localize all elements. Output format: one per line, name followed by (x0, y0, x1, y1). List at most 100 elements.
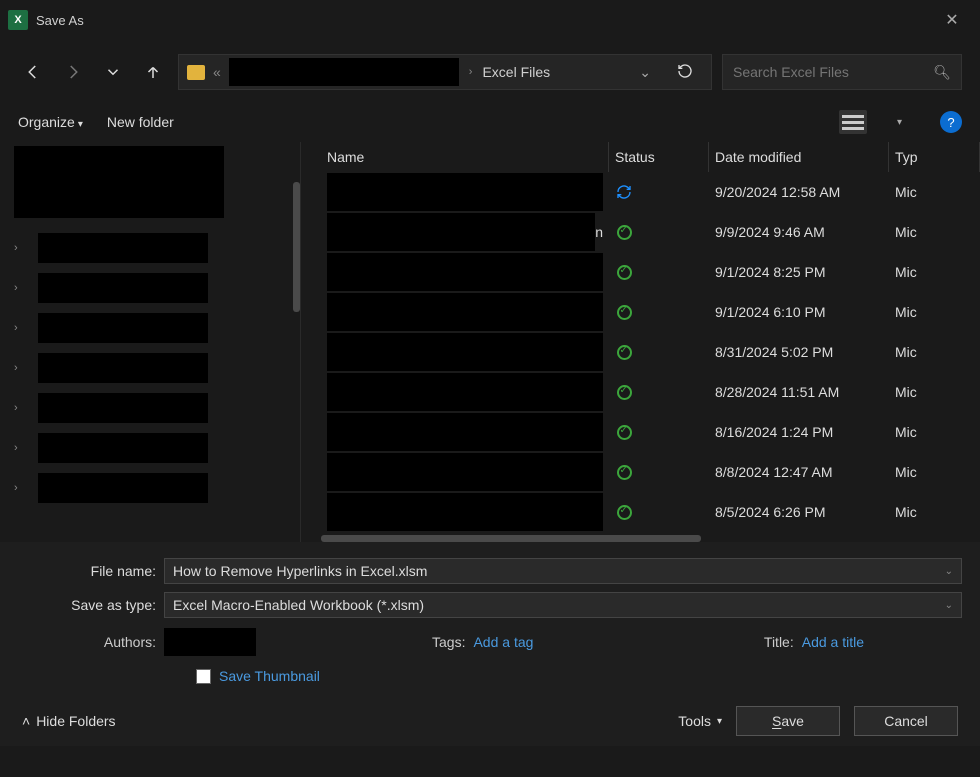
help-button[interactable]: ? (940, 111, 962, 133)
forward-button[interactable] (58, 57, 88, 87)
col-status-header[interactable]: Status (609, 142, 709, 172)
file-type: Mic (889, 184, 980, 200)
file-row[interactable]: 8/31/2024 5:02 PMMic (301, 332, 980, 372)
save-type-label: Save as type: (18, 597, 156, 613)
file-date: 8/16/2024 1:24 PM (709, 424, 889, 440)
back-button[interactable] (18, 57, 48, 87)
file-row[interactable]: 9/1/2024 6:10 PMMic (301, 292, 980, 332)
sidebar-item-redacted (38, 353, 208, 383)
sidebar-item-redacted (38, 233, 208, 263)
file-name-redacted (327, 333, 603, 371)
sidebar-item[interactable]: › (14, 268, 292, 308)
file-name-redacted (327, 253, 603, 291)
file-type: Mic (889, 224, 980, 240)
file-row[interactable]: 8/16/2024 1:24 PMMic (301, 412, 980, 452)
recent-dropdown[interactable] (98, 57, 128, 87)
save-type-dropdown-icon[interactable]: ⌄ (945, 600, 953, 611)
col-date-header[interactable]: Date modified (709, 142, 889, 172)
title-bar: X Save As ✕ (0, 0, 980, 40)
file-row[interactable]: 8/8/2024 12:47 AMMic (301, 452, 980, 492)
synced-ok-icon (615, 383, 633, 401)
title-label: Title: (764, 634, 794, 650)
tools-menu[interactable]: Tools▾ (678, 713, 722, 729)
file-row[interactable]: n9/9/2024 9:46 AMMic (301, 212, 980, 252)
file-type: Mic (889, 464, 980, 480)
new-folder-button[interactable]: New folder (107, 114, 174, 130)
file-name-redacted (327, 293, 603, 331)
file-name-label: File name: (18, 563, 156, 579)
chevron-right-icon: › (14, 242, 28, 254)
sidebar-item[interactable]: › (14, 468, 292, 508)
save-thumbnail-label[interactable]: Save Thumbnail (219, 668, 320, 684)
cancel-button[interactable]: Cancel (854, 706, 958, 736)
tags-label: Tags: (432, 634, 465, 650)
search-input[interactable] (733, 64, 933, 80)
chevron-right-icon: › (14, 482, 28, 494)
file-date: 8/31/2024 5:02 PM (709, 344, 889, 360)
authors-label: Authors: (88, 634, 156, 650)
file-row[interactable]: 8/5/2024 6:26 PMMic (301, 492, 980, 532)
toolbar: Organize▾ New folder ▾ ? (0, 102, 980, 142)
file-row[interactable]: 8/28/2024 11:51 AMMic (301, 372, 980, 412)
file-type: Mic (889, 504, 980, 520)
sidebar-item-redacted (38, 393, 208, 423)
file-date: 9/1/2024 6:10 PM (709, 304, 889, 320)
authors-value-redacted[interactable] (164, 628, 256, 656)
synced-ok-icon (615, 223, 633, 241)
chevron-right-icon: › (14, 402, 28, 414)
col-name-header[interactable]: Name (301, 142, 609, 172)
save-form: File name: How to Remove Hyperlinks in E… (0, 542, 980, 746)
sync-icon (615, 183, 633, 201)
address-dropdown[interactable]: ⌄ (631, 64, 659, 81)
save-type-value: Excel Macro-Enabled Workbook (*.xlsm) (173, 597, 424, 613)
file-date: 8/28/2024 11:51 AM (709, 384, 889, 400)
sidebar-item[interactable]: › (14, 388, 292, 428)
sidebar-item[interactable]: › (14, 348, 292, 388)
title-add[interactable]: Add a title (802, 634, 864, 650)
tags-add[interactable]: Add a tag (473, 634, 533, 650)
sidebar-item[interactable]: › (14, 428, 292, 468)
file-date: 9/20/2024 12:58 AM (709, 184, 889, 200)
file-row[interactable]: 9/1/2024 8:25 PMMic (301, 252, 980, 292)
sidebar-item[interactable]: › (14, 228, 292, 268)
close-button[interactable]: ✕ (932, 10, 972, 30)
address-bar[interactable]: « › Excel Files ⌄ (178, 54, 712, 90)
file-date: 8/5/2024 6:26 PM (709, 504, 889, 520)
chevron-right-icon: › (14, 322, 28, 334)
body-panes: › › › › › › › Name Status Date modified Typ 9/… (0, 142, 980, 542)
view-mode-button[interactable] (839, 110, 867, 134)
hide-folders-toggle[interactable]: ˄ Hide Folders (22, 713, 116, 729)
file-list-header: Name Status Date modified Typ (301, 142, 980, 172)
synced-ok-icon (615, 263, 633, 281)
refresh-button[interactable] (667, 63, 703, 82)
file-name-dropdown-icon[interactable]: ⌄ (945, 566, 953, 577)
file-type: Mic (889, 384, 980, 400)
view-mode-dropdown[interactable]: ▾ (897, 117, 902, 128)
file-list-hscrollbar[interactable] (321, 535, 701, 542)
synced-ok-icon (615, 303, 633, 321)
sidebar-item[interactable]: › (14, 308, 292, 348)
sidebar-scrollbar[interactable] (293, 182, 300, 312)
sidebar-item-redacted (38, 473, 208, 503)
file-list: Name Status Date modified Typ 9/20/2024 … (300, 142, 980, 542)
file-name-field[interactable]: How to Remove Hyperlinks in Excel.xlsm ⌄ (164, 558, 962, 584)
file-name-redacted (327, 493, 603, 531)
organize-menu[interactable]: Organize▾ (18, 114, 83, 130)
file-type: Mic (889, 424, 980, 440)
up-button[interactable] (138, 57, 168, 87)
chevron-right-icon: › (14, 282, 28, 294)
file-name-redacted (327, 373, 603, 411)
save-button[interactable]: Save (736, 706, 840, 736)
search-icon[interactable]: 🔍︎ (933, 64, 951, 81)
save-type-field[interactable]: Excel Macro-Enabled Workbook (*.xlsm) ⌄ (164, 592, 962, 618)
col-type-header[interactable]: Typ (889, 142, 980, 172)
synced-ok-icon (615, 423, 633, 441)
search-box[interactable]: 🔍︎ (722, 54, 962, 90)
save-thumbnail-checkbox[interactable] (196, 669, 211, 684)
breadcrumb-segment[interactable]: Excel Files (482, 64, 550, 80)
synced-ok-icon (615, 503, 633, 521)
file-row[interactable]: 9/20/2024 12:58 AMMic (301, 172, 980, 212)
window-title: Save As (36, 13, 932, 28)
chevron-right-icon: › (14, 442, 28, 454)
file-name-redacted (327, 213, 595, 251)
